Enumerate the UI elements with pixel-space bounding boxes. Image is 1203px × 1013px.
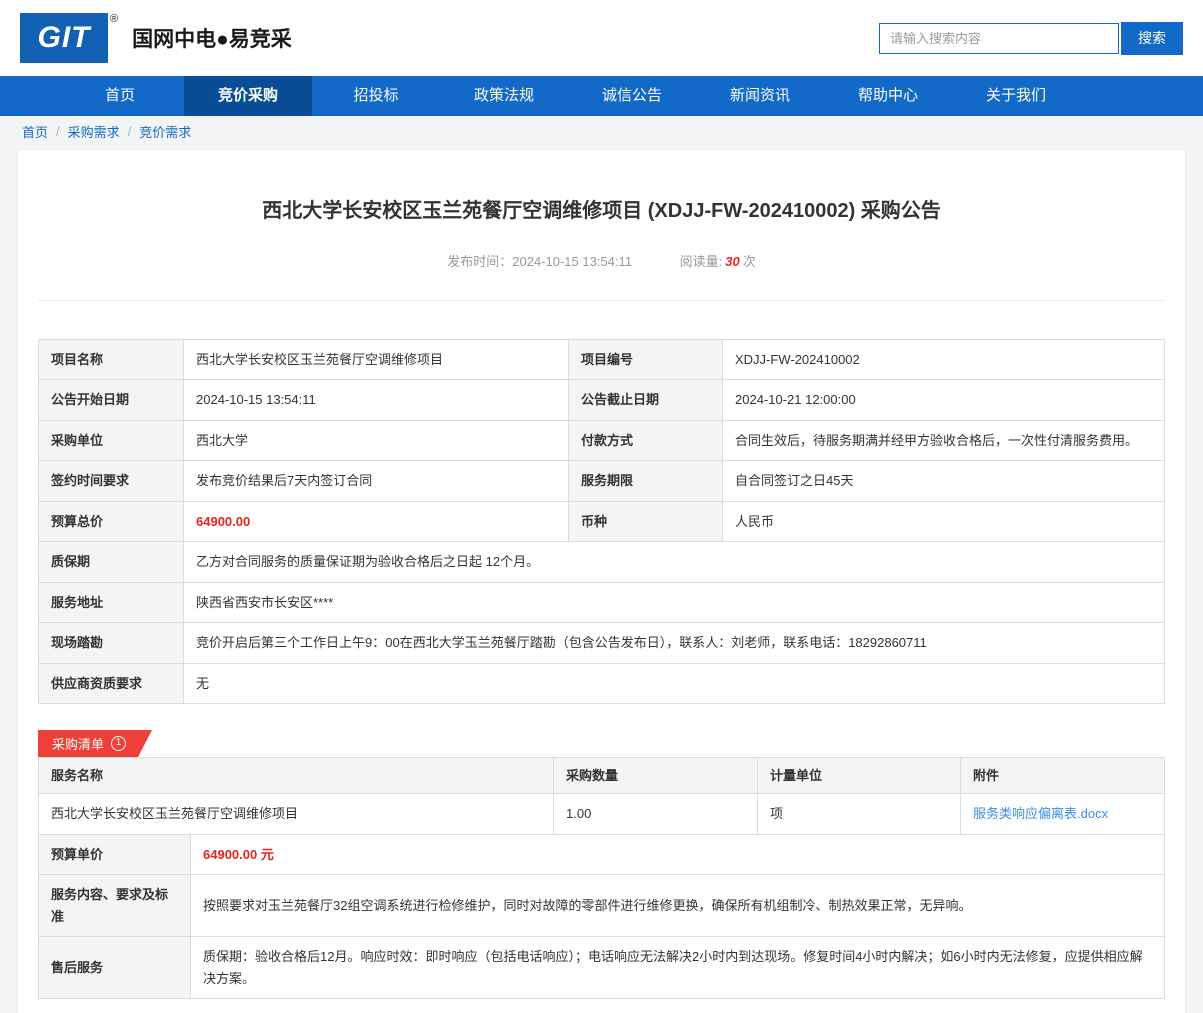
value-warranty: 乙方对合同服务的质量保证期为验收合格后之日起 12个月。 [183, 541, 1165, 583]
value-end-date: 2024-10-21 12:00:00 [722, 379, 1165, 421]
site-title: 国网中电●易竞采 [132, 28, 292, 51]
label-start-date: 公告开始日期 [38, 379, 184, 421]
read-count-number: 30 [725, 254, 740, 269]
nav-item-home[interactable]: 首页 [56, 76, 184, 116]
label-service-requirements: 服务内容、要求及标准 [38, 874, 191, 938]
value-start-date: 2024-10-15 13:54:11 [183, 379, 569, 421]
column-service-name: 服务名称 [38, 756, 554, 795]
column-quantity: 采购数量 [553, 756, 758, 795]
nav-item-tender[interactable]: 招投标 [312, 76, 440, 116]
label-service-address: 服务地址 [38, 581, 184, 624]
label-service-period: 服务期限 [568, 460, 723, 502]
table-row: 供应商资质要求 无 [38, 662, 1165, 704]
search-input[interactable] [879, 22, 1119, 54]
table-row: 西北大学长安校区玉兰苑餐厅空调维修项目 1.00 项 服务类响应偏离表.docx [38, 793, 1165, 835]
main-nav: 首页 竞价采购 招投标 政策法规 诚信公告 新闻资讯 帮助中心 关于我们 [0, 76, 1203, 116]
nav-item-policy[interactable]: 政策法规 [440, 76, 568, 116]
label-payment-method: 付款方式 [568, 419, 723, 462]
announcement-header: 西北大学长安校区玉兰苑餐厅空调维修项目 (XDJJ-FW-202410002) … [38, 150, 1165, 301]
table-header-row: 服务名称 采购数量 计量单位 附件 [38, 756, 1165, 795]
purchase-list-label: 采购清单 [52, 736, 105, 752]
item-quantity: 1.00 [553, 793, 758, 835]
table-row: 预算总价 64900.00 币种 人民币 [38, 500, 1165, 543]
table-row: 服务地址 陕西省西安市长安区**** [38, 581, 1165, 624]
breadcrumb-purchase-demand[interactable]: 采购需求 [68, 122, 120, 141]
nav-item-integrity-notice[interactable]: 诚信公告 [568, 76, 696, 116]
value-total-budget: 64900.00 [183, 500, 569, 543]
table-row: 签约时间要求 发布竞价结果后7天内签订合同 服务期限 自合同签订之日45天 [38, 460, 1165, 502]
label-after-sales: 售后服务 [38, 936, 191, 999]
site-header: GIT ® 国网中电●易竞采 搜索 [0, 0, 1203, 76]
label-end-date: 公告截止日期 [568, 379, 723, 421]
table-row: 采购单位 西北大学 付款方式 合同生效后，待服务期满并经甲方验收合格后，一次性付… [38, 419, 1165, 462]
purchase-item-table: 服务名称 采购数量 计量单位 附件 西北大学长安校区玉兰苑餐厅空调维修项目 1.… [38, 756, 1165, 835]
page-title: 西北大学长安校区玉兰苑餐厅空调维修项目 (XDJJ-FW-202410002) … [262, 200, 941, 222]
value-purchaser: 西北大学 [183, 419, 569, 462]
label-unit-budget: 预算单价 [38, 833, 191, 876]
value-unit-budget: 64900.00 元 [190, 833, 1165, 876]
git-logo-box: GIT [20, 13, 108, 63]
table-row: 质保期 乙方对合同服务的质量保证期为验收合格后之日起 12个月。 [38, 541, 1165, 583]
value-site-survey: 竞价开启后第三个工作日上午9：00在西北大学玉兰苑餐厅踏勘（包含公告发布日），联… [183, 622, 1165, 664]
nav-item-news[interactable]: 新闻资讯 [696, 76, 824, 116]
table-row: 项目名称 西北大学长安校区玉兰苑餐厅空调维修项目 项目编号 XDJJ-FW-20… [38, 338, 1165, 381]
breadcrumb: 首页 / 采购需求 / 竞价需求 [0, 116, 1203, 146]
search-button[interactable]: 搜索 [1121, 21, 1183, 55]
value-service-requirements: 按照要求对玉兰苑餐厅32组空调系统进行检修维护，同时对故障的零部件进行维修更换，… [190, 874, 1165, 938]
breadcrumb-bidding-demand[interactable]: 竞价需求 [139, 122, 191, 141]
logo-text: GIT [37, 21, 91, 54]
purchase-detail-table: 预算单价 64900.00 元 服务内容、要求及标准 按照要求对玉兰苑餐厅32组… [38, 833, 1165, 999]
column-unit: 计量单位 [757, 756, 961, 795]
breadcrumb-home[interactable]: 首页 [22, 122, 48, 141]
value-project-name: 西北大学长安校区玉兰苑餐厅空调维修项目 [183, 338, 569, 381]
label-currency: 币种 [568, 500, 723, 543]
value-currency: 人民币 [722, 500, 1165, 543]
breadcrumb-separator: / [127, 123, 132, 139]
publish-time: 发布时间：2024-10-15 13:54:11 [447, 254, 633, 269]
item-service-name: 西北大学长安校区玉兰苑餐厅空调维修项目 [38, 793, 554, 835]
attachment-link[interactable]: 服务类响应偏离表.docx [973, 806, 1108, 821]
value-service-address: 陕西省西安市长安区**** [183, 581, 1165, 624]
nav-item-help-center[interactable]: 帮助中心 [824, 76, 952, 116]
value-service-period: 自合同签订之日45天 [722, 460, 1165, 502]
label-project-number: 项目编号 [568, 338, 723, 381]
announcement-meta: 发布时间：2024-10-15 13:54:11 阅读量: 30 次 [38, 251, 1165, 270]
value-signing-time: 发布竞价结果后7天内签订合同 [183, 460, 569, 502]
value-payment-method: 合同生效后，待服务期满并经甲方验收合格后，一次性付清服务费用。 [722, 419, 1165, 462]
site-logo[interactable]: GIT ® [20, 13, 118, 63]
table-row: 售后服务 质保期：验收合格后12月。响应时效：即时响应（包括电话响应）；电话响应… [38, 936, 1165, 999]
tab-purchase-list[interactable]: 采购清单 1 [38, 730, 152, 757]
table-row: 服务内容、要求及标准 按照要求对玉兰苑餐厅32组空调系统进行检修维护，同时对故障… [38, 874, 1165, 938]
value-project-number: XDJJ-FW-202410002 [722, 338, 1165, 381]
nav-item-bidding-purchase[interactable]: 竞价采购 [184, 76, 312, 116]
value-supplier-qualification: 无 [183, 662, 1165, 704]
read-count: 阅读量: 30 次 [679, 254, 756, 269]
item-unit: 项 [757, 793, 961, 835]
purchase-list-count-badge: 1 [111, 736, 126, 751]
project-info-table: 项目名称 西北大学长安校区玉兰苑餐厅空调维修项目 项目编号 XDJJ-FW-20… [38, 338, 1165, 704]
label-total-budget: 预算总价 [38, 500, 184, 543]
label-site-survey: 现场踏勘 [38, 622, 184, 664]
label-purchaser: 采购单位 [38, 419, 184, 462]
column-attachment: 附件 [960, 756, 1165, 795]
registered-trademark-icon: ® [110, 13, 119, 25]
breadcrumb-separator: / [56, 123, 60, 139]
label-supplier-qualification: 供应商资质要求 [38, 662, 184, 704]
label-signing-time: 签约时间要求 [38, 460, 184, 502]
value-after-sales: 质保期：验收合格后12月。响应时效：即时响应（包括电话响应）；电话响应无法解决2… [190, 936, 1165, 999]
label-project-name: 项目名称 [38, 338, 184, 381]
label-warranty: 质保期 [38, 541, 184, 583]
search-bar: 搜索 [879, 21, 1183, 55]
table-row: 公告开始日期 2024-10-15 13:54:11 公告截止日期 2024-1… [38, 379, 1165, 421]
nav-item-about-us[interactable]: 关于我们 [952, 76, 1080, 116]
announcement-card: 西北大学长安校区玉兰苑餐厅空调维修项目 (XDJJ-FW-202410002) … [18, 150, 1185, 1013]
table-row: 预算单价 64900.00 元 [38, 833, 1165, 876]
table-row: 现场踏勘 竞价开启后第三个工作日上午9：00在西北大学玉兰苑餐厅踏勘（包含公告发… [38, 622, 1165, 664]
